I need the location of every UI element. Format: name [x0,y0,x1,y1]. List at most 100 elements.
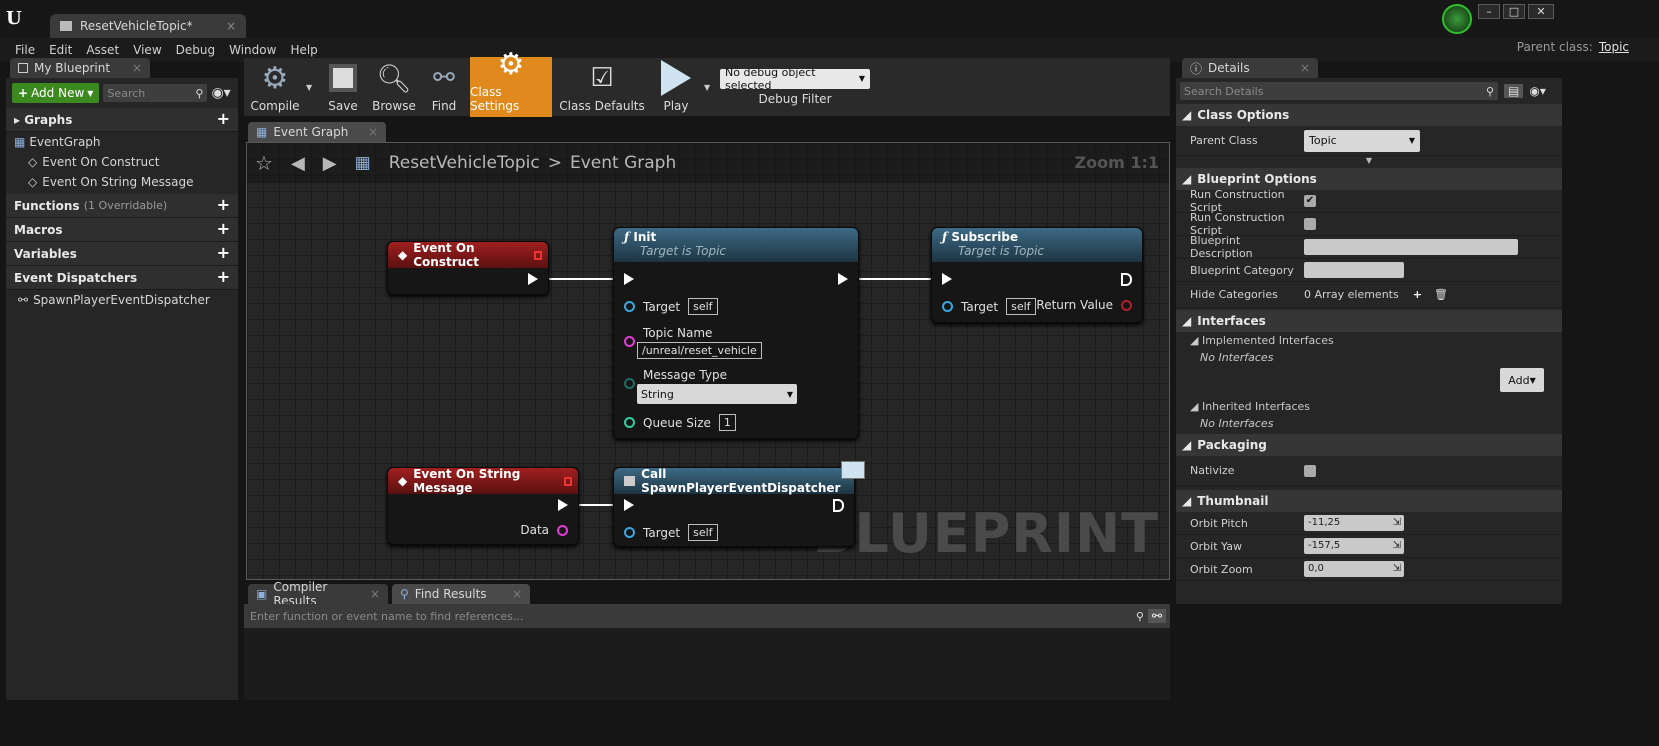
add-graph-button[interactable]: + [217,111,230,127]
close-tab-icon[interactable]: × [132,61,142,75]
delegate-pin-icon[interactable] [533,250,542,260]
exec-in-pin[interactable] [942,273,952,285]
details-tab[interactable]: ⓘ Details × [1182,58,1318,78]
exec-in-pin[interactable] [624,273,634,285]
target-pin[interactable]: Target self [624,298,718,315]
parent-class-link[interactable]: Topic [1599,40,1629,54]
exec-out-pin[interactable] [528,273,538,285]
queue-size-input[interactable]: 1 [718,414,736,431]
topic-name-pin[interactable]: Topic Name/unreal/reset_vehicle [624,326,762,359]
find-button[interactable]: ⚯ Find [422,57,466,117]
topic-name-input[interactable]: /unreal/reset_vehicle [637,342,762,359]
event-graph-item[interactable]: ▦ EventGraph [6,132,238,152]
blueprint-description-input[interactable] [1304,239,1518,255]
my-blueprint-tab[interactable]: My Blueprint × [10,58,150,78]
dispatcher-item[interactable]: ⚯ SpawnPlayerEventDispatcher [6,290,238,310]
nativize-checkbox[interactable] [1304,464,1316,477]
menu-window[interactable]: Window [222,43,283,57]
exec-out-pin[interactable] [838,273,848,285]
source-control-icon[interactable] [1442,4,1472,34]
class-defaults-button[interactable]: ☑ Class Defaults [556,57,648,117]
add-function-button[interactable]: + [217,197,230,213]
orbit-zoom-input[interactable]: 0,0 ⇲ [1304,561,1404,577]
close-tab-icon[interactable]: × [1300,61,1310,75]
run-construction-checkbox-checked[interactable]: ✔ [1304,195,1316,207]
blueprint-category-input[interactable] [1304,262,1404,278]
macros-section[interactable]: Macros + [6,218,238,242]
orbit-yaw-input[interactable]: -157,5 ⇲ [1304,538,1404,554]
menu-help[interactable]: Help [283,43,324,57]
add-macro-button[interactable]: + [217,221,230,237]
target-pin[interactable]: Target self [624,524,718,541]
thumbnail-section[interactable]: ◢ Thumbnail [1176,490,1562,512]
forward-arrow-icon[interactable]: ▶ [323,153,337,174]
trash-icon[interactable]: 🗑︎ [1434,288,1448,301]
exec-in-pin[interactable] [624,499,634,511]
property-matrix-icon[interactable]: ▤ [1504,84,1524,98]
event-on-construct-node[interactable]: ◆ Event On Construct [387,241,549,295]
play-button[interactable]: Play [652,57,700,117]
queue-size-pin[interactable]: Queue Size 1 [624,414,736,431]
exec-out-pin[interactable] [1121,273,1132,286]
call-dispatcher-node[interactable]: Call SpawnPlayerEventDispatcher Target se… [613,467,855,547]
add-new-button[interactable]: + Add New ▼ [12,83,100,103]
compile-button[interactable]: ⚙ Compile [248,57,302,117]
graph-item-string-message[interactable]: ◇ Event On String Message [6,172,238,192]
exec-out-pin[interactable] [833,499,844,512]
graphs-section[interactable]: ▸ Graphs + [6,108,238,132]
add-variable-button[interactable]: + [217,245,230,261]
visibility-eye-icon[interactable]: ◉▾ [1529,84,1546,98]
back-arrow-icon[interactable]: ◀ [291,153,305,174]
graph-canvas[interactable]: ☆ ◀ ▶ ▦ ResetVehicleTopic > Event Graph … [246,142,1170,580]
visibility-eye-icon[interactable]: ◉▾ [211,85,230,101]
menu-asset[interactable]: Asset [79,43,126,57]
browse-button[interactable]: 🔍︎ Browse [370,57,418,117]
class-settings-button[interactable]: ⚙ Class Settings [470,47,552,117]
close-tab-icon[interactable]: × [226,19,236,33]
details-search-input[interactable]: Search Details ⚲ [1180,82,1498,100]
orbit-pitch-input[interactable]: -11,25 ⇲ [1304,515,1404,531]
event-graph-tab[interactable]: ▦ Event Graph × [248,122,386,142]
close-tab-icon[interactable]: × [370,587,380,601]
favorite-star-icon[interactable]: ☆ [255,151,273,175]
target-pin[interactable]: Target self [942,298,1036,315]
message-type-pin[interactable]: Message Type String ▼ [624,368,797,404]
message-type-select[interactable]: String ▼ [637,384,797,404]
menu-view[interactable]: View [126,43,168,57]
menu-edit[interactable]: Edit [42,43,79,57]
event-on-string-message-node[interactable]: ◆ Event On String Message Data [387,467,579,545]
compiler-results-tab[interactable]: ▣ Compiler Results × [248,580,388,608]
find-results-tab[interactable]: ⚲ Find Results × [392,584,530,604]
breadcrumb-root[interactable]: ResetVehicleTopic [389,153,540,173]
delegate-pin-icon[interactable] [563,476,572,486]
exec-out-pin[interactable] [558,499,568,511]
graph-item-construct[interactable]: ◇ Event On Construct [6,152,238,172]
search-input[interactable]: Search ⚲ [103,84,208,102]
close-tab-icon[interactable]: × [512,587,522,601]
blueprint-options-section[interactable]: ◢ Blueprint Options [1176,168,1562,190]
compile-options-dropdown[interactable]: ▼ [306,83,316,92]
play-options-dropdown[interactable]: ▼ [704,83,716,92]
functions-section[interactable]: Functions (1 Overridable) + [6,194,238,218]
add-interface-button[interactable]: Add ▼ [1500,368,1544,392]
parent-class-select[interactable]: Topic ▼ [1304,129,1420,152]
return-value-pin[interactable]: Return Value [1036,298,1132,312]
event-dispatchers-section[interactable]: Event Dispatchers + [6,266,238,290]
run-construction-checkbox[interactable] [1304,218,1316,230]
add-dispatcher-button[interactable]: + [217,269,230,285]
add-element-icon[interactable]: + [1413,288,1422,301]
data-pin[interactable]: Data [520,523,568,537]
subscribe-node[interactable]: ƒ Subscribe Target is Topic Target self R… [931,227,1143,323]
interfaces-section[interactable]: ◢ Interfaces [1176,310,1562,332]
maximize-button[interactable]: □ [1503,4,1525,19]
document-tab[interactable]: ResetVehicleTopic* × [50,14,246,38]
menu-file[interactable]: File [8,43,42,57]
close-tab-icon[interactable]: × [368,125,378,139]
binoculars-icon[interactable]: ⚯ [1147,609,1166,623]
init-node[interactable]: ƒ Init Target is Topic Target self Topic … [613,227,859,439]
find-references-input[interactable]: Enter function or event name to find ref… [248,607,1144,625]
minimize-button[interactable]: – [1478,4,1500,19]
close-window-button[interactable]: ✕ [1528,4,1554,19]
menu-debug[interactable]: Debug [169,43,222,57]
expand-advanced-icon[interactable]: ▼ [1176,156,1562,168]
